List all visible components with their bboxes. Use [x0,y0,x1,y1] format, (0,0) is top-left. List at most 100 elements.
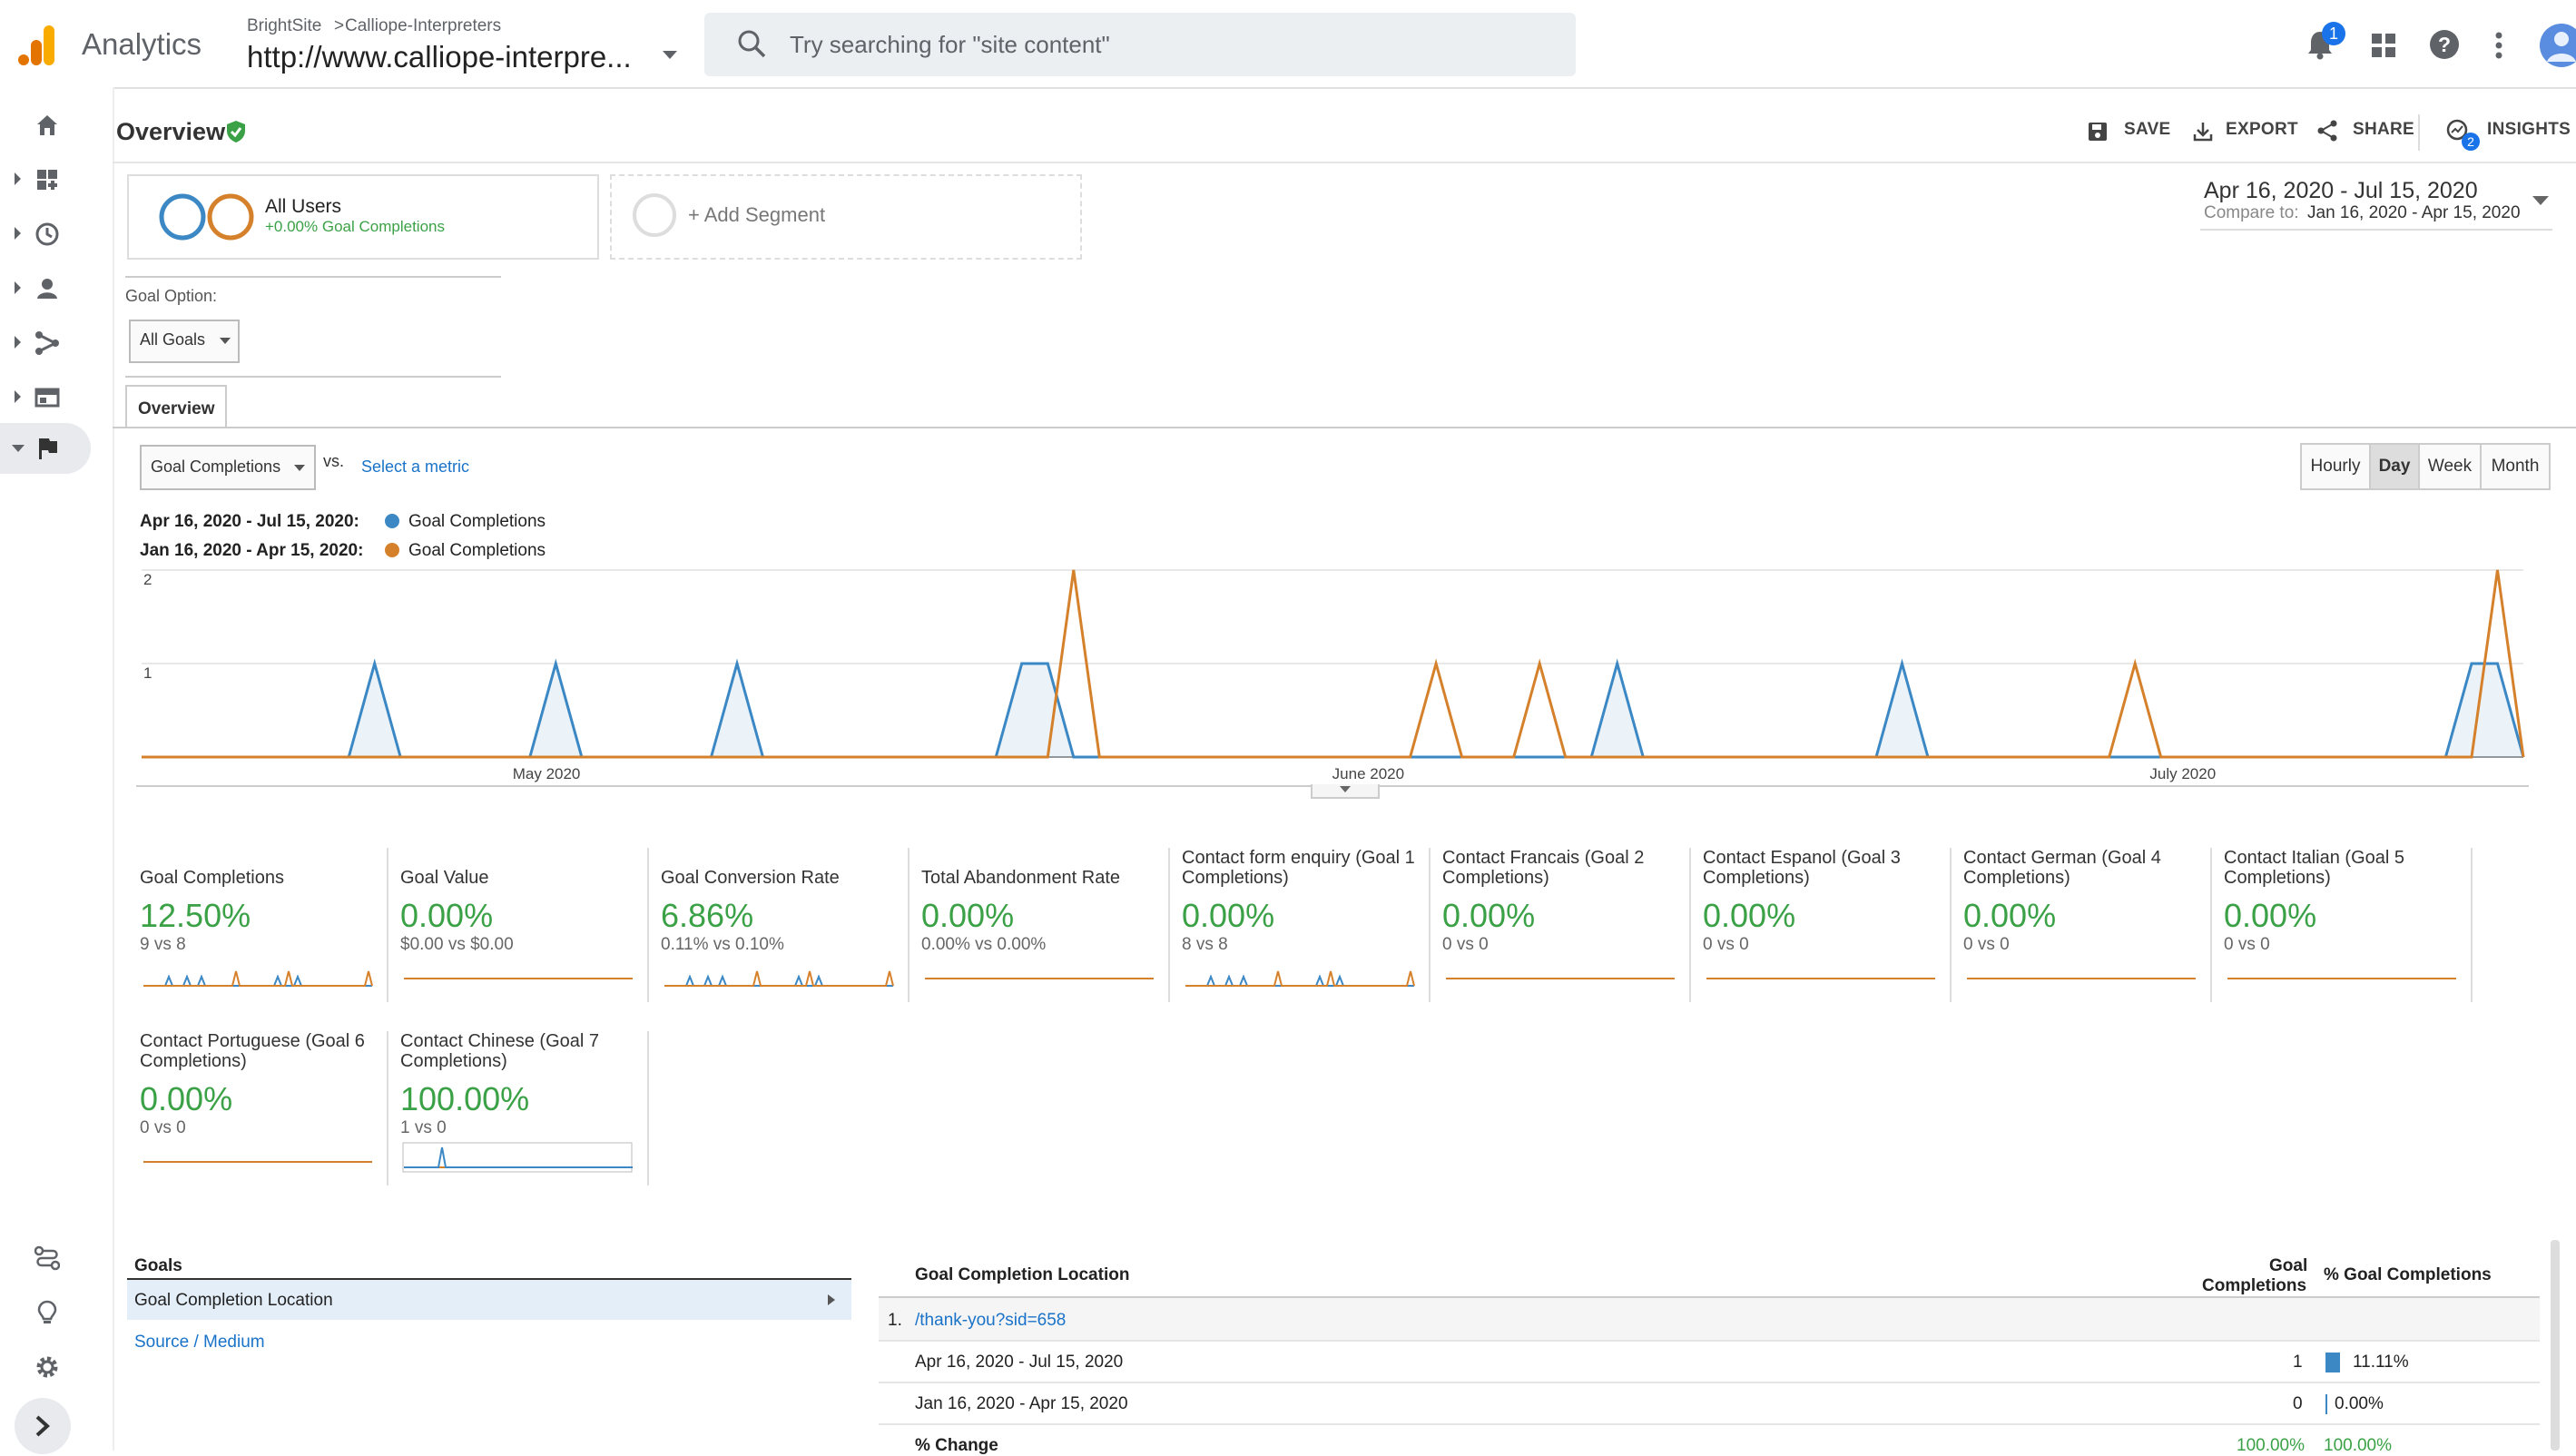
legend-compare-series: Goal Completions [408,541,546,560]
scorecard-title: Contact Portuguese (Goal 6 Completions) [140,1031,365,1071]
apps-grid-icon[interactable] [2371,33,2396,58]
table-scrollbar[interactable] [2551,1240,2560,1451]
scorecard-sparkline [143,970,373,987]
attribution-icon [34,1245,60,1271]
save-button[interactable]: SAVE [2124,120,2171,140]
chevron-right-icon [35,1415,50,1437]
scorecard-value: 0.00% [2224,897,2317,934]
expand-caret-icon [15,336,21,349]
date-underline [2200,229,2552,231]
save-icon[interactable] [2088,122,2108,142]
change-pct: 100.00% [2324,1436,2393,1455]
scorecard-title: Contact Francais (Goal 2 Completions) [1442,848,1645,888]
more-options-icon[interactable] [2494,31,2503,60]
export-icon[interactable] [2193,122,2213,142]
goal-option-value: All Goals [140,330,206,349]
sidebar-item-behavior[interactable] [0,372,91,423]
y-tick-label: 1 [143,664,152,682]
sidebar-item-home[interactable] [0,100,91,151]
view-dropdown-icon[interactable] [663,51,677,60]
date-range-primary[interactable]: Apr 16, 2020 - Jul 15, 2020 [2204,178,2478,204]
share-icon[interactable] [2316,120,2338,142]
goals-item-source-medium[interactable]: Source / Medium [134,1333,265,1353]
breadcrumb-account[interactable]: BrightSite [247,16,321,36]
scorecard-divider [2210,848,2212,1002]
date-range-compare[interactable]: Jan 16, 2020 - Apr 15, 2020 [2307,203,2521,223]
scorecard-title: Contact German (Goal 4 Completions) [1963,848,2161,888]
sparkline-line [664,974,893,987]
sparkline-line [1185,974,1414,987]
sidebar-item-customization[interactable] [0,154,91,205]
legend-primary-swatch [385,514,399,528]
home-icon [37,115,57,135]
expand-sidebar-button[interactable] [15,1398,71,1454]
percent-bar [2325,1353,2340,1372]
table-subrow-value: 1 [2293,1353,2303,1372]
select-metric-link[interactable]: Select a metric [361,457,469,477]
view-selector[interactable]: http://www.calliope-interpre... [247,40,632,74]
table-subrow-pct: 0.00% [2335,1394,2384,1413]
sidebar-item-acquisition[interactable] [0,318,91,369]
scorecard-title: Goal Conversion Rate [661,868,840,888]
metric-select-value: Goal Completions [151,457,281,476]
scorecard-sparkline [664,970,894,987]
table-row[interactable]: 1. /thank-you?sid=658 [879,1298,2540,1340]
scorecard-sparkline [402,1142,633,1173]
sparkline-line [143,974,372,987]
table-subrow: Apr 16, 2020 - Jul 15, 2020 1 11.11% [879,1342,2540,1382]
date-dropdown-icon[interactable] [2532,196,2549,205]
scorecard-divider [2471,848,2473,1002]
sidebar-item-admin[interactable] [0,1342,91,1392]
chart-collapse-handle[interactable] [1311,784,1380,799]
scorecard-divider [647,848,649,1002]
insights-button[interactable]: INSIGHTS [2487,120,2571,140]
goal-option-divider-top [125,276,501,278]
week-toggle[interactable]: Week [2418,443,2482,490]
sidebar-item-conversions[interactable] [0,423,91,474]
scorecard-comparison: 9 vs 8 [140,935,186,954]
scorecard-title: Goal Completions [140,868,284,888]
export-button[interactable]: EXPORT [2226,120,2298,140]
table-subrow-label: Apr 16, 2020 - Jul 15, 2020 [915,1353,1124,1372]
scorecard-comparison: 1 vs 0 [400,1118,447,1137]
sidebar-item-audience[interactable] [0,263,91,314]
scorecard-divider [1429,848,1431,1002]
table-header-goal[interactable]: Goal [2269,1256,2307,1276]
scorecard-divider [387,1031,388,1185]
scorecard-value: 0.00% [140,1080,233,1117]
goals-panel-header: Goals [134,1256,182,1275]
day-toggle[interactable]: Day [2369,443,2420,490]
sidebar-item-realtime[interactable] [0,209,91,260]
chevron-right-icon [828,1294,835,1305]
search-input[interactable]: Try searching for "site content" [790,31,1110,59]
share-button[interactable]: SHARE [2353,120,2414,140]
analytics-logo-icon[interactable] [18,24,58,67]
x-tick-label: July 2020 [2149,765,2216,782]
goal-completions-chart[interactable]: 1 2 May 2020 June 2020 July 2020 [136,565,2532,792]
search-icon[interactable] [737,29,766,58]
scorecard-sparkline [1446,978,1675,979]
help-icon[interactable]: ? [2429,29,2460,60]
table-header-completions[interactable]: Completions [2202,1276,2306,1296]
tab-overview[interactable]: Overview [125,385,227,428]
goal-option-select[interactable]: All Goals [129,320,240,363]
scorecard-value: 0.00% [1442,897,1536,934]
add-segment-button[interactable] [610,174,1082,260]
expand-caret-icon [15,227,21,240]
scorecard-divider [387,848,388,1002]
breadcrumb-property[interactable]: Calliope-Interpreters [345,16,501,36]
sidebar-item-discover[interactable] [0,1287,91,1338]
scorecard-value: 6.86% [661,897,754,934]
account-avatar-icon[interactable] [2538,22,2576,69]
dashboard-icon [37,170,57,190]
hourly-toggle[interactable]: Hourly [2300,443,2371,490]
table-row-link[interactable]: /thank-you?sid=658 [915,1311,1066,1331]
table-header-pct[interactable]: % Goal Completions [2324,1265,2492,1285]
scorecard-comparison: 0 vs 0 [140,1118,186,1137]
sparkline-line [143,970,373,987]
goals-item-goal-completion-location[interactable]: Goal Completion Location [127,1280,851,1320]
metric-select[interactable]: Goal Completions [140,445,316,490]
sidebar-item-attribution[interactable] [0,1233,91,1284]
month-toggle[interactable]: Month [2480,443,2551,490]
table-header-location[interactable]: Goal Completion Location [915,1265,1129,1285]
